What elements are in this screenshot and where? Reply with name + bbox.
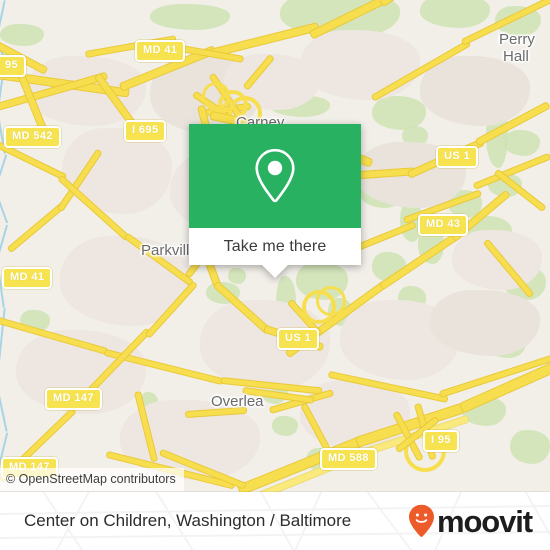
road-shield: MD 588 bbox=[320, 448, 377, 470]
landuse-green bbox=[420, 0, 490, 28]
landuse-industrial bbox=[420, 56, 530, 126]
road-shield: MD 43 bbox=[418, 214, 469, 236]
moovit-logo[interactable]: moovit bbox=[408, 503, 533, 539]
interchange-loop bbox=[202, 82, 230, 110]
place-label-overlea: Overlea bbox=[211, 393, 264, 410]
popup-tail bbox=[262, 265, 288, 278]
take-me-there-label: Take me there bbox=[223, 237, 327, 255]
landuse-green bbox=[504, 130, 540, 156]
interchange-loop bbox=[316, 286, 346, 316]
moovit-wordmark: moovit bbox=[436, 503, 533, 539]
landuse-green bbox=[0, 24, 44, 46]
stream bbox=[0, 378, 8, 432]
landuse-green bbox=[228, 268, 246, 284]
map-pin-icon bbox=[255, 148, 295, 203]
landuse-green bbox=[372, 96, 426, 130]
map-canvas[interactable]: 95 MD 41 MD 542 I 695 US 1 MD 43 MD 41 U… bbox=[0, 0, 550, 492]
road-shield: I 95 bbox=[423, 430, 459, 452]
map-screenshot: 95 MD 41 MD 542 I 695 US 1 MD 43 MD 41 U… bbox=[0, 0, 550, 550]
road-shield: MD 41 bbox=[135, 40, 186, 62]
footer-bar: Center on Children, Washington / Baltimo… bbox=[0, 492, 550, 550]
page-title: Center on Children, Washington / Baltimo… bbox=[24, 511, 352, 530]
landuse-industrial bbox=[430, 290, 540, 356]
map-attribution-label: © OpenStreetMap contributors bbox=[6, 472, 176, 486]
popup-image-area bbox=[189, 124, 361, 228]
landuse-green bbox=[272, 416, 298, 436]
take-me-there-button[interactable]: Take me there bbox=[189, 228, 361, 265]
moovit-pin-icon bbox=[408, 504, 434, 537]
road-md41 bbox=[8, 203, 65, 252]
landuse-green bbox=[150, 4, 230, 30]
location-popup-card[interactable]: Take me there bbox=[189, 124, 361, 278]
road-shield: I 695 bbox=[124, 120, 167, 142]
place-label-perry-hall: Perry bbox=[499, 31, 535, 48]
road-shield: US 1 bbox=[436, 146, 479, 168]
road-shield: 95 bbox=[0, 55, 27, 77]
stream bbox=[0, 154, 8, 188]
stream bbox=[0, 188, 9, 224]
road-shield: MD 542 bbox=[4, 126, 61, 148]
stream bbox=[0, 224, 9, 268]
landuse-green bbox=[510, 430, 550, 464]
place-label-perry-hall-2: Hall bbox=[503, 48, 529, 65]
road-shield: US 1 bbox=[277, 328, 320, 350]
road-shield: MD 41 bbox=[2, 267, 53, 289]
map-attribution[interactable]: © OpenStreetMap contributors bbox=[0, 468, 184, 491]
landuse-residential bbox=[452, 230, 542, 290]
road-shield: MD 147 bbox=[45, 388, 102, 410]
